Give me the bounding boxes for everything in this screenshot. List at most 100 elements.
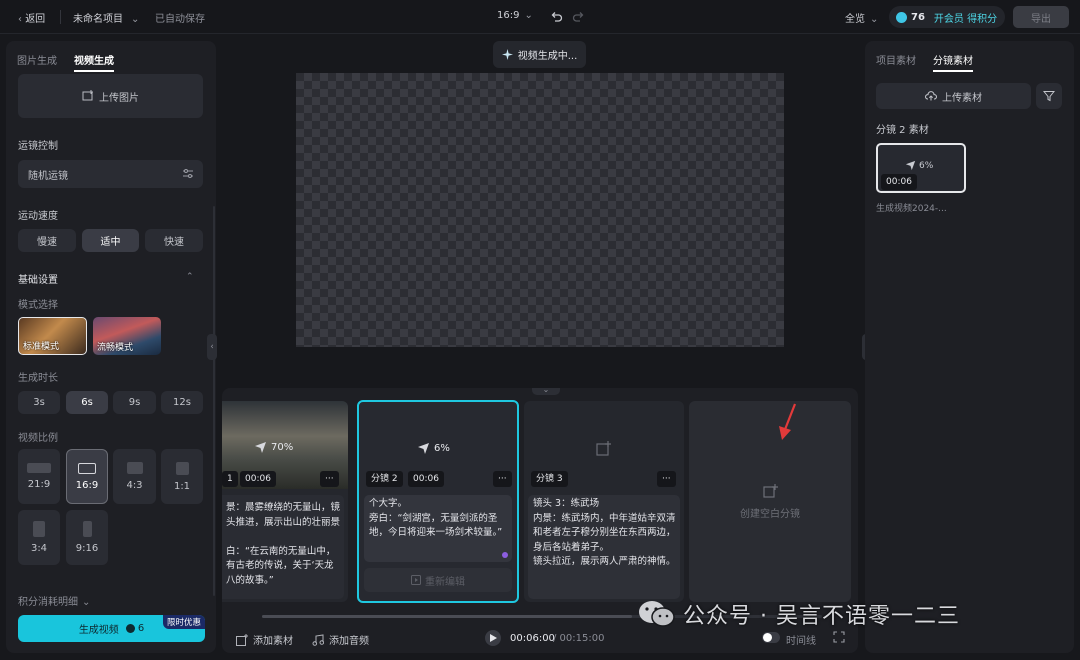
regenerate-icon bbox=[411, 575, 421, 585]
filter-button[interactable] bbox=[1036, 83, 1062, 109]
camera-control-label: 运镜控制 bbox=[18, 141, 58, 152]
upload-material-button[interactable]: 上传素材 bbox=[876, 83, 1031, 109]
more-icon[interactable]: ··· bbox=[493, 471, 512, 487]
ratio-label: 视频比例 bbox=[18, 433, 58, 444]
chevron-left-icon: ‹ bbox=[210, 342, 214, 352]
card-label: 1 bbox=[222, 471, 238, 487]
card-duration: 00:06 bbox=[240, 471, 276, 487]
storyboard-card-3[interactable]: 分镜 3 ··· 镜头 3：练武场 内景：练武场内，中年道姑辛双清和老者左子穆分… bbox=[524, 401, 684, 602]
duration-3s-button[interactable]: 3s bbox=[18, 391, 60, 414]
duration-label: 生成时长 bbox=[18, 373, 58, 384]
undo-icon[interactable] bbox=[550, 10, 563, 23]
basic-settings-header[interactable]: 基础设置 bbox=[18, 271, 58, 286]
duration-12s-button[interactable]: 12s bbox=[161, 391, 203, 414]
total-time: / 00:15:00 bbox=[553, 633, 605, 644]
mode-smooth-card[interactable]: 流畅模式 bbox=[93, 317, 161, 355]
tab-image-generation[interactable]: 图片生成 bbox=[17, 52, 57, 67]
material-name: 生成视频2024-... bbox=[876, 204, 947, 214]
chevron-down-icon: ⌄ bbox=[82, 597, 91, 608]
camera-control-select[interactable]: 随机运镜 bbox=[18, 160, 203, 188]
card-script-text: 景：晨雾缭绕的无量山，镜头推进，展示出山的壮丽景 白：“在云南的无量山中，有古老… bbox=[226, 502, 341, 586]
promo-badge: 限时优惠 bbox=[163, 615, 205, 629]
add-material-icon bbox=[236, 633, 248, 646]
scroll-thumb[interactable] bbox=[262, 615, 632, 618]
card-script-box[interactable]: 景：晨雾缭绕的无量山，镜头推进，展示出山的壮丽景 白：“在云南的无量山中，有古老… bbox=[222, 495, 344, 599]
sliders-icon bbox=[182, 168, 194, 179]
collapse-left-handle[interactable]: ‹ bbox=[207, 334, 217, 360]
overview-selector[interactable]: 全览 ⌄ bbox=[845, 10, 878, 25]
more-icon[interactable]: ··· bbox=[320, 471, 339, 487]
add-audio-button[interactable]: 添加音频 bbox=[312, 632, 369, 647]
timeline-toggle[interactable] bbox=[762, 632, 780, 643]
upload-image-button[interactable]: 上传图片 bbox=[18, 74, 203, 118]
back-button[interactable]: ‹ 返回 bbox=[18, 10, 45, 25]
mode-standard-label: 标准模式 bbox=[23, 342, 60, 352]
scrollbar[interactable] bbox=[213, 206, 215, 596]
sparkle-icon bbox=[501, 49, 513, 60]
tab-storyboard-materials[interactable]: 分镜素材 bbox=[933, 52, 973, 67]
cursor-icon bbox=[254, 441, 267, 454]
annotation-arrow-icon bbox=[777, 402, 799, 442]
card-script-box[interactable]: 个大字。 旁白：“剑湖宫，无量剑派的圣地，今日将迎来一场剑术较量。” bbox=[364, 495, 512, 562]
card-script-text: 镜头 3：练武场 内景：练武场内，中年道姑辛双清和老者左子穆分别坐在东西两边，身… bbox=[533, 498, 676, 567]
storyboard-card-2[interactable]: 6% 分镜 2 00:06 ··· 个大字。 旁白：“剑湖宫，无量剑派的圣地，今… bbox=[357, 400, 519, 603]
card-script-box[interactable]: 镜头 3：练武场 内景：练武场内，中年道姑辛双清和老者左子穆分别坐在东西两边，身… bbox=[528, 495, 680, 599]
tab-project-materials[interactable]: 项目素材 bbox=[876, 52, 916, 67]
card-script-text: 个大字。 旁白：“剑湖宫，无量剑派的圣地，今日将迎来一场剑术较量。” bbox=[369, 498, 503, 538]
cloud-upload-icon bbox=[925, 91, 937, 101]
credit-detail-toggle[interactable]: 积分消耗明细 ⌄ bbox=[18, 593, 90, 608]
progress-indicator: 6% bbox=[417, 442, 450, 455]
ratio-1-1-button[interactable]: 1:1 bbox=[161, 449, 203, 504]
storyboard-card-1[interactable]: 70% 1 00:06 ··· 景：晨雾缭绕的无量山，镜头推进，展示出山的壮丽景… bbox=[222, 401, 348, 602]
create-blank-storyboard-card[interactable]: 创建空白分镜 bbox=[689, 401, 851, 602]
chevron-up-icon[interactable]: ⌃ bbox=[186, 272, 194, 282]
chevron-down-icon[interactable]: ⌄ bbox=[532, 388, 560, 395]
add-frame-icon bbox=[762, 483, 778, 499]
chevron-down-icon: ⌄ bbox=[524, 10, 533, 21]
ratio-shape-icon bbox=[175, 461, 189, 475]
ratio-shape-icon bbox=[33, 521, 45, 537]
image-add-icon bbox=[82, 90, 94, 102]
current-time: 00:06:00 bbox=[510, 633, 555, 644]
ratio-shape-icon bbox=[126, 462, 143, 474]
wechat-icon bbox=[637, 599, 677, 629]
card-label: 分镜 3 bbox=[531, 471, 568, 487]
tab-video-generation[interactable]: 视频生成 bbox=[74, 52, 114, 67]
watermark: 公众号 · 吴言不语零一二三 bbox=[637, 598, 960, 630]
more-icon[interactable]: ··· bbox=[657, 471, 676, 487]
ratio-16-9-button[interactable]: 16:9 bbox=[66, 449, 108, 504]
redo-icon[interactable] bbox=[572, 10, 585, 23]
fullscreen-icon[interactable] bbox=[833, 631, 845, 643]
material-thumbnail[interactable]: 6% 00:06 bbox=[876, 143, 966, 193]
right-panel: 项目素材 分镜素材 上传素材 分镜 2 素材 6% 00:06 生成视频2024… bbox=[865, 41, 1074, 653]
ratio-selector[interactable]: 16:9 ⌄ bbox=[497, 10, 533, 21]
top-bar: ‹ 返回 未命名项目 ⌄ 已自动保存 16:9 ⌄ 全览 ⌄ 76 开会员 得积分 导… bbox=[0, 0, 1080, 34]
ratio-9-16-button[interactable]: 9:16 bbox=[66, 510, 108, 565]
duration-6s-button[interactable]: 6s bbox=[66, 391, 108, 414]
ratio-shape-icon bbox=[82, 521, 92, 537]
ratio-3-4-button[interactable]: 3:4 bbox=[18, 510, 60, 565]
video-preview-canvas[interactable] bbox=[296, 73, 784, 347]
play-button[interactable] bbox=[485, 630, 501, 646]
chevron-down-icon: ⌄ bbox=[870, 14, 879, 25]
ratio-shape-icon bbox=[27, 463, 51, 473]
project-name[interactable]: 未命名项目 ⌄ bbox=[73, 10, 139, 25]
mode-standard-card[interactable]: 标准模式 bbox=[18, 317, 87, 355]
add-material-button[interactable]: 添加素材 bbox=[236, 632, 293, 647]
autosave-status: 已自动保存 bbox=[155, 14, 205, 25]
cursor-icon bbox=[905, 160, 916, 171]
speed-slow-button[interactable]: 慢速 bbox=[18, 229, 76, 252]
progress-indicator: 6% bbox=[905, 160, 933, 171]
ratio-4-3-button[interactable]: 4:3 bbox=[113, 449, 156, 504]
ratio-21-9-button[interactable]: 21:9 bbox=[18, 449, 60, 504]
credits-pill[interactable]: 76 开会员 得积分 bbox=[889, 6, 1005, 28]
export-button[interactable]: 导出 bbox=[1013, 6, 1069, 28]
speed-medium-button[interactable]: 适中 bbox=[82, 229, 139, 252]
toggle-knob bbox=[763, 633, 772, 642]
regenerate-button[interactable]: 重新编辑 bbox=[364, 568, 512, 592]
mode-smooth-label: 流畅模式 bbox=[97, 343, 134, 353]
card-duration: 00:06 bbox=[408, 471, 444, 487]
speed-fast-button[interactable]: 快速 bbox=[145, 229, 203, 252]
filter-icon bbox=[1043, 90, 1055, 102]
duration-9s-button[interactable]: 9s bbox=[113, 391, 156, 414]
